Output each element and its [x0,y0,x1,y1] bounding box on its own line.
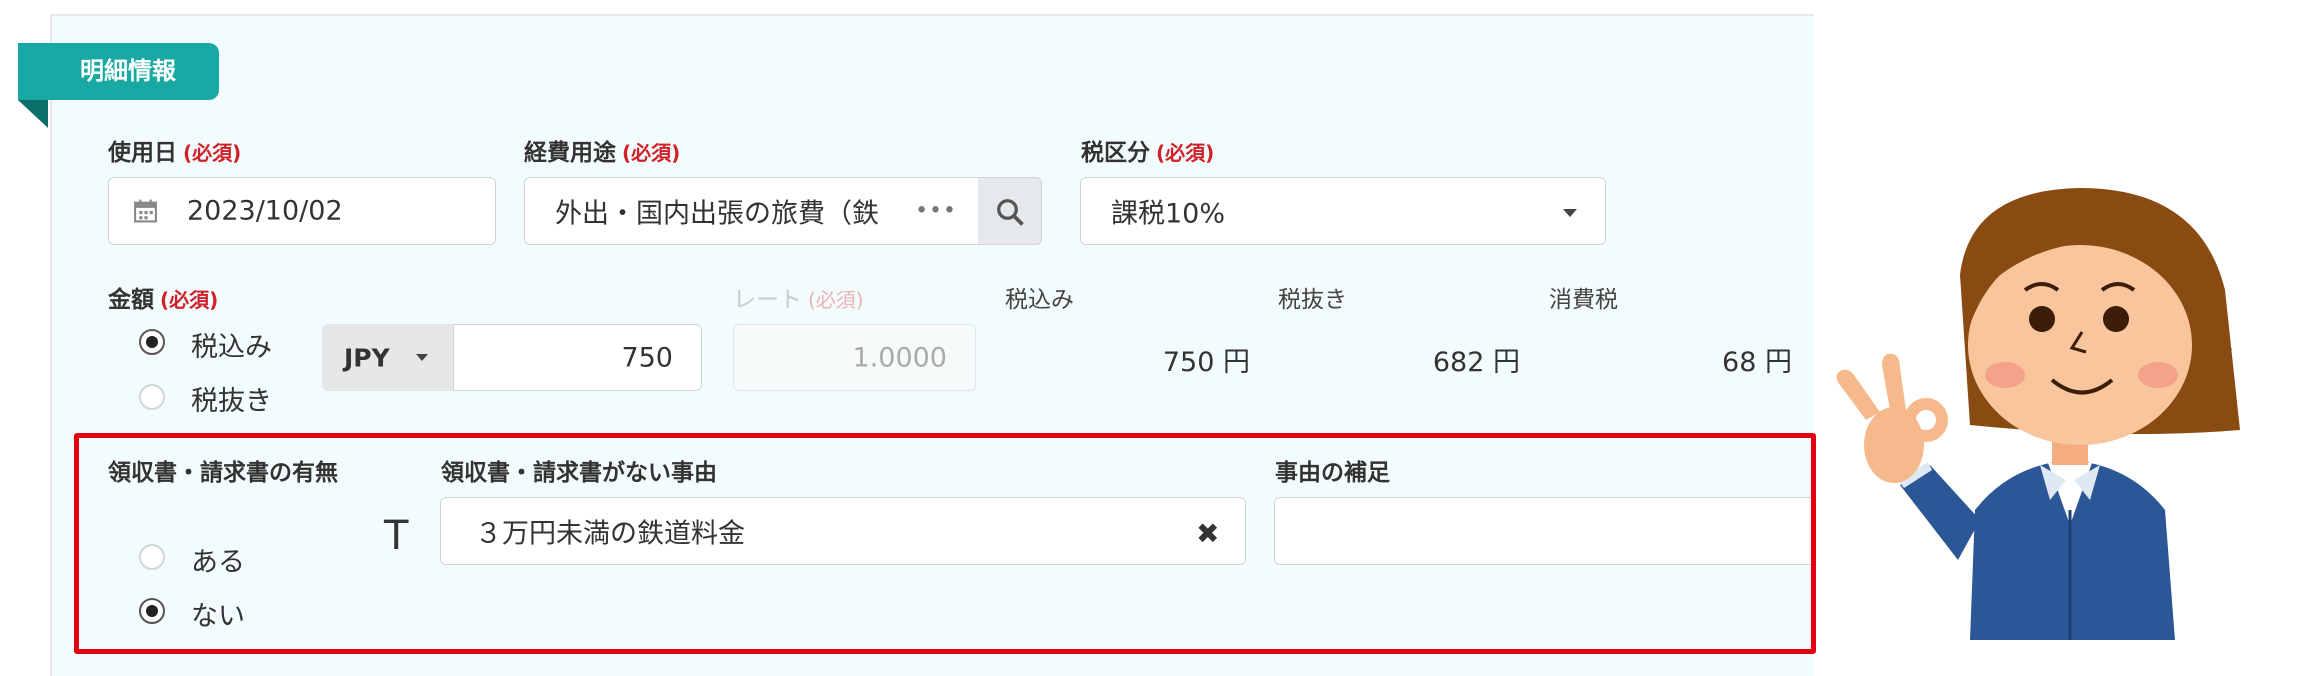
purpose-label: 経費用途 (必須) [524,140,681,166]
date-input[interactable]: 2023/10/02 [108,177,496,245]
tax-excluded-label: 税抜き [1278,287,1347,313]
currency-select[interactable]: JPY [322,324,455,391]
ribbon-fold [18,100,48,128]
chevron-down-icon [416,354,428,361]
amount-label: 金額 (必須) [108,287,219,313]
date-value: 2023/10/02 [187,195,343,227]
tax-category-value: 課税10% [1111,198,1226,230]
ok-gesture-woman-illustration [1836,188,2240,640]
search-icon [997,199,1024,226]
rate-input: 1.0000 [733,324,976,391]
amount-input[interactable]: 750 [453,324,702,391]
consumption-tax-label: 消費税 [1549,287,1618,313]
chevron-down-icon [1563,209,1577,217]
purpose-search-button[interactable] [978,177,1042,245]
radio-tax-excluded-label: 税抜き [191,386,272,417]
consumption-tax-value: 68 円 [1722,347,1792,378]
radio-tax-excluded[interactable] [139,384,165,410]
more-icon: ••• [915,198,957,224]
currency-value: JPY [344,343,390,372]
tax-included-label: 税込み [1005,287,1074,313]
tax-included-value: 750 円 [1162,347,1250,378]
tax-excluded-value: 682 円 [1432,347,1520,378]
radio-tax-included-label: 税込み [191,332,272,363]
section-title: 明細情報 [18,43,219,100]
rate-value: 1.0000 [852,342,947,373]
purpose-value: 外出・国内出張の旅費（鉄 [555,198,879,230]
tax-category-label: 税区分 (必須) [1081,140,1215,166]
highlight-box [74,433,1816,654]
radio-tax-included[interactable] [139,329,165,355]
rate-label: レート (必須) [733,287,864,313]
tax-category-select[interactable]: 課税10% [1080,177,1606,245]
amount-value: 750 [621,342,673,373]
date-label: 使用日 (必須) [108,140,242,166]
purpose-input[interactable]: 外出・国内出張の旅費（鉄 ••• [524,177,980,245]
calendar-icon [134,199,157,223]
